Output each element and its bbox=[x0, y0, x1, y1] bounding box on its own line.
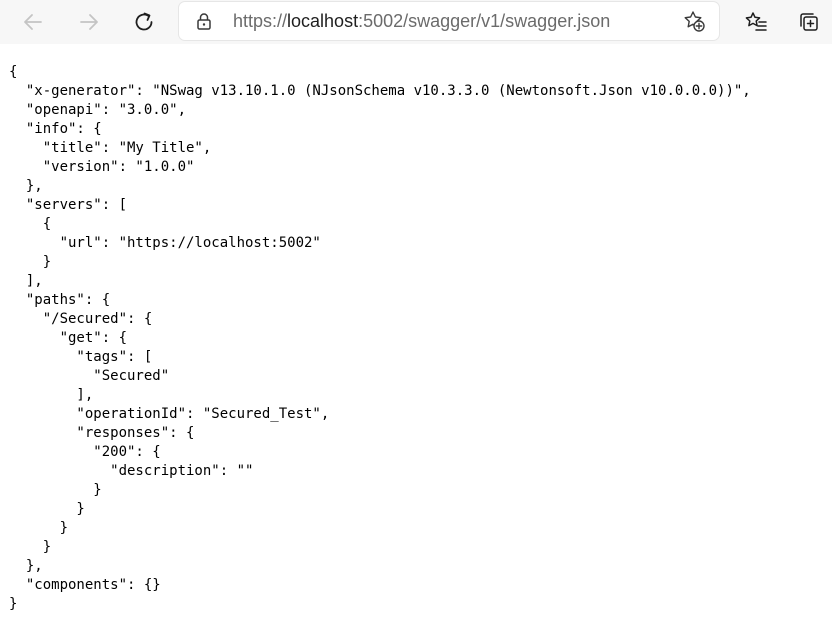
json-line: "200": { bbox=[9, 444, 161, 460]
json-line: "servers": [ bbox=[9, 197, 128, 213]
collections-icon bbox=[800, 13, 818, 31]
refresh-button[interactable] bbox=[128, 6, 160, 38]
json-line: } bbox=[9, 254, 52, 270]
url-scheme: https:// bbox=[233, 11, 288, 31]
json-line: { bbox=[9, 216, 52, 232]
json-line: ], bbox=[9, 387, 94, 403]
json-line: "info": { bbox=[9, 121, 102, 137]
json-line: "get": { bbox=[9, 330, 128, 346]
json-line: "paths": { bbox=[9, 292, 111, 308]
json-line: { bbox=[9, 64, 18, 80]
json-line: } bbox=[9, 482, 102, 498]
favorites-button[interactable] bbox=[740, 6, 772, 38]
json-line: "x-generator": "NSwag v13.10.1.0 (NJsonS… bbox=[9, 83, 751, 99]
json-line: "tags": [ bbox=[9, 349, 153, 365]
url-text[interactable]: https://localhost:5002/swagger/v1/swagge… bbox=[233, 10, 610, 32]
json-document: { "x-generator": "NSwag v13.10.1.0 (NJso… bbox=[9, 63, 751, 614]
url-path: :5002/swagger/v1/swagger.json bbox=[358, 11, 611, 31]
refresh-icon bbox=[135, 12, 153, 31]
json-line: "operationId": "Secured_Test", bbox=[9, 406, 330, 422]
back-arrow-icon bbox=[24, 14, 42, 30]
back-button[interactable] bbox=[17, 6, 49, 38]
json-line: "Secured" bbox=[9, 368, 170, 384]
json-line: "url": "https://localhost:5002" bbox=[9, 235, 321, 251]
favorites-list-icon bbox=[745, 12, 767, 31]
url-host: localhost bbox=[287, 11, 359, 31]
json-line: } bbox=[9, 520, 69, 536]
browser-toolbar: https://localhost:5002/swagger/v1/swagge… bbox=[0, 0, 832, 44]
json-line: }, bbox=[9, 178, 43, 194]
json-line: "description": "" bbox=[9, 463, 254, 479]
json-line: "openapi": "3.0.0", bbox=[9, 102, 187, 118]
forward-arrow-icon bbox=[80, 14, 98, 30]
json-line: "responses": { bbox=[9, 425, 195, 441]
collections-button[interactable] bbox=[793, 6, 825, 38]
json-line: } bbox=[9, 596, 18, 612]
json-line: "title": "My Title", bbox=[9, 140, 212, 156]
json-line: "components": {} bbox=[9, 577, 161, 593]
json-line: "/Secured": { bbox=[9, 311, 153, 327]
json-line: }, bbox=[9, 558, 43, 574]
json-line: } bbox=[9, 539, 52, 555]
json-line: } bbox=[9, 501, 85, 517]
add-favorite-star-icon[interactable] bbox=[683, 10, 705, 32]
address-bar[interactable]: https://localhost:5002/swagger/v1/swagge… bbox=[179, 2, 719, 40]
lock-icon[interactable] bbox=[195, 12, 213, 30]
forward-button[interactable] bbox=[73, 6, 105, 38]
json-line: ], bbox=[9, 273, 43, 289]
json-line: "version": "1.0.0" bbox=[9, 159, 195, 175]
